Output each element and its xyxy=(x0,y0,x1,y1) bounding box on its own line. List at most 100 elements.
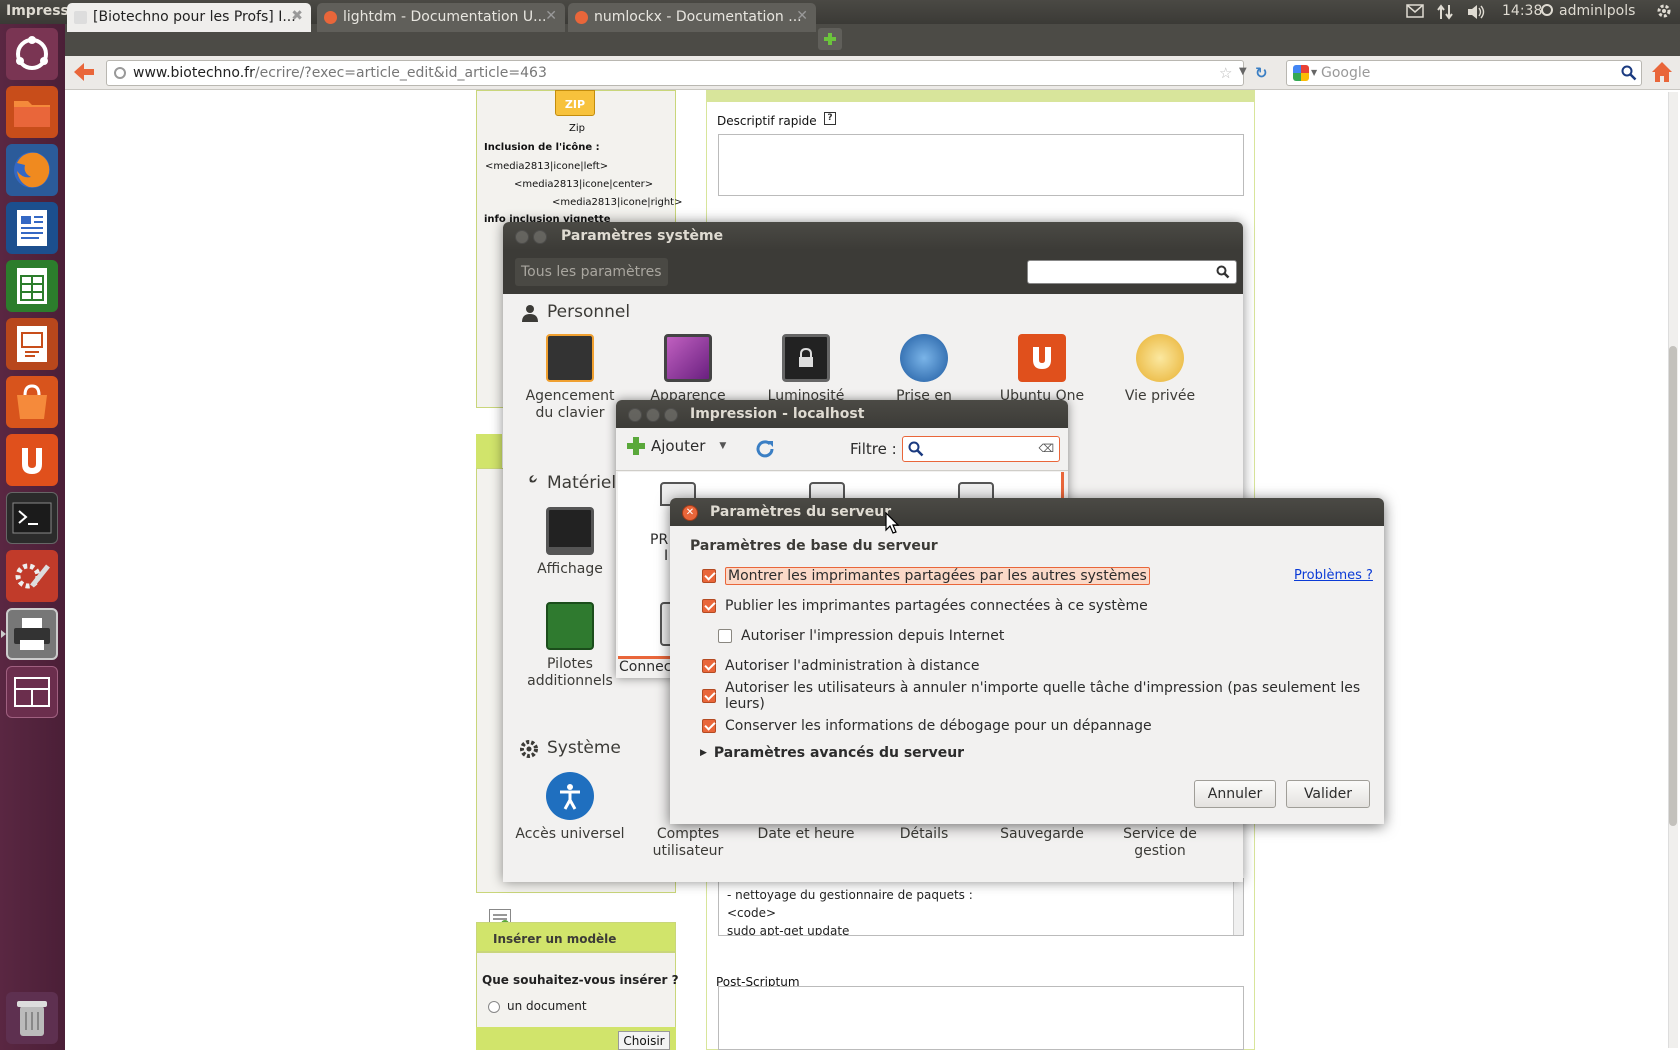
history-dropdown-icon[interactable]: ▼ xyxy=(1239,66,1247,77)
software-center-icon[interactable] xyxy=(6,376,58,428)
postscriptum-textarea[interactable] xyxy=(718,986,1244,1050)
advanced-settings-expander[interactable]: ▶ Paramètres avancés du serveur xyxy=(700,745,964,761)
volume-icon[interactable] xyxy=(1466,4,1486,20)
icon-code-right[interactable]: <media2813|icone|right> xyxy=(552,197,682,208)
terminal-icon[interactable] xyxy=(6,492,58,544)
close-tab-icon[interactable]: ✕ xyxy=(796,8,808,24)
scrollbar-thumb[interactable] xyxy=(1669,346,1677,826)
icon-code-left[interactable]: <media2813|icone|left> xyxy=(485,161,608,172)
printer-name-line2: I xyxy=(664,548,669,564)
cancel-button[interactable]: Annuler xyxy=(1194,780,1276,808)
date-time-item[interactable]: Date et heure xyxy=(751,826,861,843)
calc-icon[interactable] xyxy=(6,260,58,312)
settings-search-input[interactable] xyxy=(1027,260,1237,284)
tab-biotechno[interactable]: [Biotechno pour les Profs] I... ✖ xyxy=(67,3,311,32)
new-tab-plus-icon[interactable] xyxy=(818,28,842,50)
maximize-window-icon[interactable] xyxy=(664,408,678,422)
chevron-down-icon[interactable]: ▼ xyxy=(719,441,726,451)
ubuntu-one-item[interactable]: Ubuntu One xyxy=(987,334,1097,405)
additional-drivers-item[interactable]: Pilotes additionnels xyxy=(515,602,625,690)
search-bar[interactable]: ▼ Google xyxy=(1286,60,1642,86)
allow-users-cancel-jobs-option[interactable]: Autoriser les utilisateurs à annuler n'i… xyxy=(702,680,1384,712)
site-identity-icon[interactable] xyxy=(114,67,126,79)
keyboard-layout-item[interactable]: Agencement du clavier xyxy=(515,334,625,422)
checkbox[interactable] xyxy=(702,719,716,733)
publish-shared-printers-option[interactable]: Publier les imprimantes partagées connec… xyxy=(702,596,1148,616)
checkbox[interactable] xyxy=(702,659,716,673)
brightness-lock-item[interactable]: Luminosité xyxy=(751,334,861,405)
tab-numlockx[interactable]: numlockx - Documentation ... ✕ xyxy=(568,3,816,32)
icon-code-center[interactable]: <media2813|icone|center> xyxy=(514,179,653,190)
ok-button[interactable]: Valider xyxy=(1286,780,1370,808)
ubuntu-one-icon[interactable] xyxy=(6,434,58,486)
option-label: Autoriser l'impression depuis Internet xyxy=(741,628,1005,644)
mail-icon[interactable] xyxy=(1406,4,1424,18)
minimize-window-icon[interactable] xyxy=(646,408,660,422)
display-item[interactable]: Affichage xyxy=(515,507,625,578)
text-textarea[interactable]: - nettoyage du gestionnaire de paquets :… xyxy=(718,878,1244,936)
user-indicator[interactable]: adminlpols xyxy=(1541,3,1635,19)
refresh-icon[interactable] xyxy=(754,438,776,460)
checkbox[interactable] xyxy=(702,599,716,613)
home-icon[interactable] xyxy=(1650,60,1674,84)
dash-home-icon[interactable] xyxy=(6,28,58,80)
files-icon[interactable] xyxy=(6,86,58,138)
form-top-band xyxy=(706,90,1255,102)
user-accounts-item[interactable]: Comptes utilisateur xyxy=(633,826,743,860)
document-radio[interactable] xyxy=(488,1001,500,1013)
close-dialog-icon[interactable]: ✕ xyxy=(682,505,698,521)
engine-dropdown-icon[interactable]: ▼ xyxy=(1311,68,1317,77)
add-label: Ajouter xyxy=(651,437,706,455)
server-dialog-titlebar[interactable]: Paramètres du serveur xyxy=(670,498,1384,526)
choose-button[interactable]: Choisir xyxy=(618,1031,670,1050)
checkbox[interactable] xyxy=(702,689,716,703)
search-icon[interactable] xyxy=(1621,65,1637,81)
writer-icon[interactable] xyxy=(6,202,58,254)
backup-item[interactable]: Sauvegarde xyxy=(987,826,1097,843)
close-tab-icon[interactable]: ✕ xyxy=(545,8,557,24)
printer-icon[interactable] xyxy=(6,608,58,660)
accessibility-icon xyxy=(546,772,594,820)
tab-lightdm[interactable]: lightdm - Documentation U... ✕ xyxy=(317,3,565,32)
close-tab-icon[interactable]: ✖ xyxy=(291,8,303,24)
checkbox[interactable] xyxy=(718,629,732,643)
checkbox[interactable] xyxy=(702,569,716,583)
filter-input[interactable]: ⌫ xyxy=(902,436,1060,462)
url-bar[interactable]: www.biotechno.fr/ecrire/?exec=article_ed… xyxy=(106,60,1268,86)
back-arrow-icon[interactable] xyxy=(72,61,96,83)
workspace-switcher-icon[interactable] xyxy=(6,666,58,718)
network-icon[interactable] xyxy=(1436,4,1454,20)
bookmark-star-icon[interactable]: ☆ xyxy=(1219,64,1232,82)
details-item[interactable]: Détails xyxy=(869,826,979,843)
reload-icon[interactable]: ↻ xyxy=(1255,64,1268,82)
close-window-icon[interactable] xyxy=(515,230,529,244)
keep-debug-info-option[interactable]: Conserver les informations de débogage p… xyxy=(702,716,1152,736)
minimize-window-icon[interactable] xyxy=(533,230,547,244)
system-settings-titlebar[interactable]: Paramètres système xyxy=(503,222,1243,250)
allow-remote-admin-option[interactable]: Autoriser l'administration à distance xyxy=(702,656,980,676)
close-window-icon[interactable] xyxy=(628,408,642,422)
google-engine-icon[interactable] xyxy=(1293,65,1309,81)
language-support-item[interactable]: Prise en xyxy=(869,334,979,405)
toolbar-divider xyxy=(616,470,1068,471)
all-settings-button[interactable]: Tous les paramètres xyxy=(515,258,668,286)
management-service-item[interactable]: Service de gestion xyxy=(1105,826,1215,860)
firefox-icon[interactable] xyxy=(6,144,58,196)
problems-link[interactable]: Problèmes ? xyxy=(1294,568,1373,583)
clock[interactable]: 14:38 xyxy=(1502,3,1542,19)
session-gear-icon[interactable] xyxy=(1656,3,1672,19)
textarea-scrollbar[interactable] xyxy=(1233,879,1243,935)
show-shared-printers-option[interactable]: Montrer les imprimantes partagées par le… xyxy=(702,566,1150,586)
allow-internet-printing-option[interactable]: Autoriser l'impression depuis Internet xyxy=(718,626,1004,646)
clear-filter-icon[interactable]: ⌫ xyxy=(1038,442,1054,455)
help-icon[interactable]: ? xyxy=(824,112,836,125)
impress-icon[interactable] xyxy=(6,318,58,370)
add-printer-button[interactable]: Ajouter ▼ xyxy=(626,436,726,456)
system-settings-icon[interactable] xyxy=(6,550,58,602)
appearance-item[interactable]: Apparence xyxy=(633,334,743,405)
universal-access-item[interactable]: Accès universel xyxy=(515,772,625,843)
privacy-item[interactable]: Vie privée xyxy=(1105,334,1215,405)
printing-titlebar[interactable]: Impression - localhost xyxy=(616,400,1068,428)
trash-icon[interactable] xyxy=(6,992,58,1044)
descriptif-textarea[interactable] xyxy=(718,134,1244,196)
